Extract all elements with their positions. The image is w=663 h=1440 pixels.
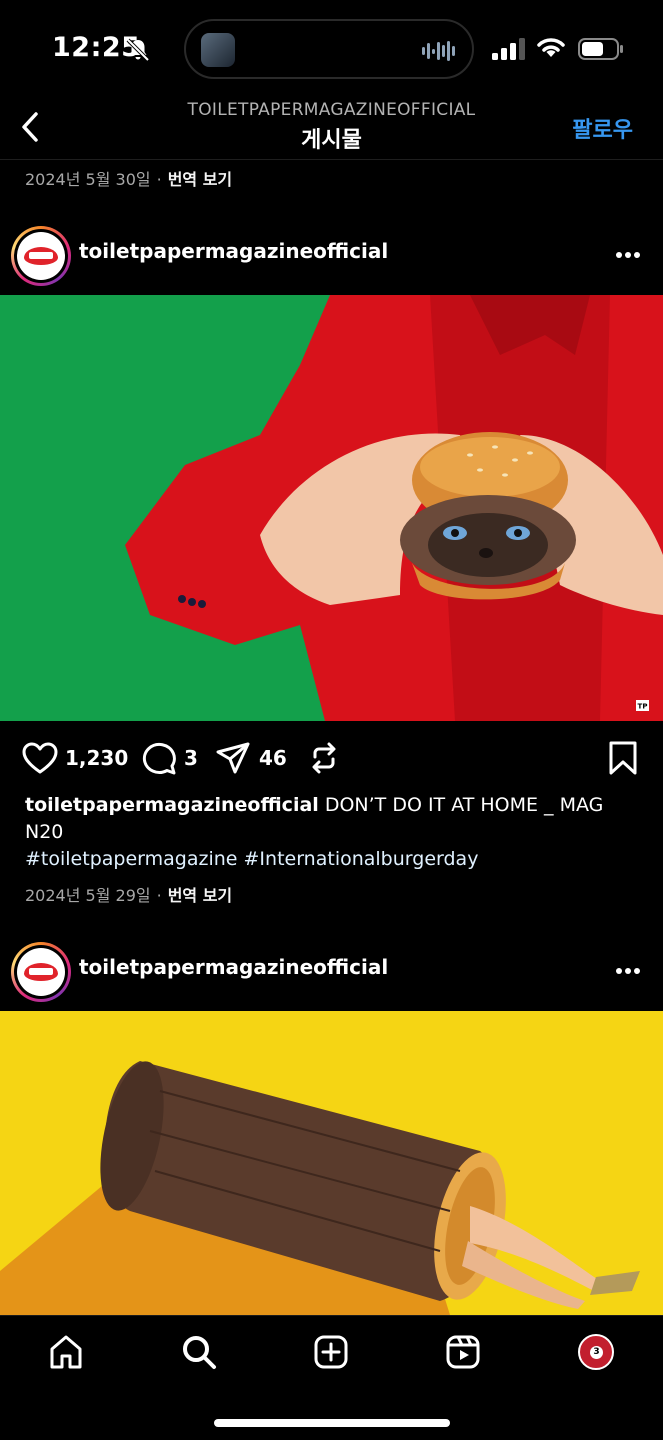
now-playing-thumbnail: [201, 33, 235, 67]
more-options-icon[interactable]: [615, 967, 641, 975]
home-icon[interactable]: [48, 1334, 84, 1370]
comment-count[interactable]: 3: [184, 746, 198, 770]
profile-avatar[interactable]: 3: [578, 1334, 614, 1370]
post-header: toiletpapermagazineofficial: [0, 221, 663, 291]
avatar[interactable]: [11, 226, 71, 286]
heart-icon[interactable]: [21, 740, 59, 776]
share-icon[interactable]: [215, 740, 251, 776]
search-icon[interactable]: [181, 1334, 217, 1370]
post-date: 2024년 5월 29일: [25, 886, 151, 905]
prev-post-meta: 2024년 5월 30일 · 번역 보기: [25, 166, 232, 190]
separator: ·: [156, 170, 162, 189]
post-image[interactable]: TP: [0, 295, 663, 721]
burger-cat-illustration: TP: [0, 295, 663, 721]
post-username[interactable]: toiletpapermagazineofficial: [79, 955, 388, 979]
page-title: 게시물: [301, 128, 362, 153]
tp-watermark: TP: [638, 703, 648, 711]
audio-wave-icon: [422, 41, 455, 61]
post-meta: 2024년 5월 29일 · 번역 보기: [25, 882, 232, 906]
bell-slash-icon: [126, 38, 150, 62]
see-translation-link[interactable]: 번역 보기: [168, 886, 232, 905]
status-bar: 12:25: [0, 0, 663, 96]
post-username[interactable]: toiletpapermagazineofficial: [79, 239, 388, 263]
wifi-icon: [537, 38, 565, 57]
nav-header: TOILETPAPERMAGAZINEOFFICIAL 게시물 팔로우: [0, 96, 663, 160]
post-caption: toiletpapermagazineofficial DON’T DO IT …: [25, 792, 645, 873]
more-options-icon[interactable]: [615, 251, 641, 259]
caption-username[interactable]: toiletpapermagazineofficial: [25, 794, 319, 816]
like-count[interactable]: 1,230: [65, 746, 128, 770]
create-icon[interactable]: [313, 1334, 349, 1370]
bookmark-icon[interactable]: [607, 740, 639, 776]
share-count[interactable]: 46: [259, 746, 287, 770]
reels-icon[interactable]: [445, 1334, 481, 1370]
dynamic-island[interactable]: [184, 19, 474, 79]
comment-icon[interactable]: [141, 740, 177, 776]
post-actions: 1,230 3 46: [0, 736, 663, 780]
caption-hashtags[interactable]: #toiletpapermagazine #Internationalburge…: [25, 848, 478, 870]
bottom-tab-bar: 3: [0, 1315, 663, 1440]
signal-icon: [492, 38, 525, 60]
post-image[interactable]: [0, 1011, 663, 1315]
avatar[interactable]: [11, 942, 71, 1002]
profile-badge: 3: [590, 1346, 603, 1359]
see-translation-link[interactable]: 번역 보기: [168, 170, 232, 189]
log-legs-illustration: [0, 1011, 663, 1315]
header-account-name: TOILETPAPERMAGAZINEOFFICIAL: [187, 100, 476, 120]
battery-icon: [578, 38, 623, 60]
prev-post-date: 2024년 5월 30일: [25, 170, 151, 189]
separator: ·: [156, 886, 162, 905]
post-header: toiletpapermagazineofficial: [0, 937, 663, 1007]
follow-button[interactable]: 팔로우: [572, 112, 633, 144]
home-indicator[interactable]: [214, 1419, 450, 1427]
repost-icon[interactable]: [306, 740, 342, 776]
